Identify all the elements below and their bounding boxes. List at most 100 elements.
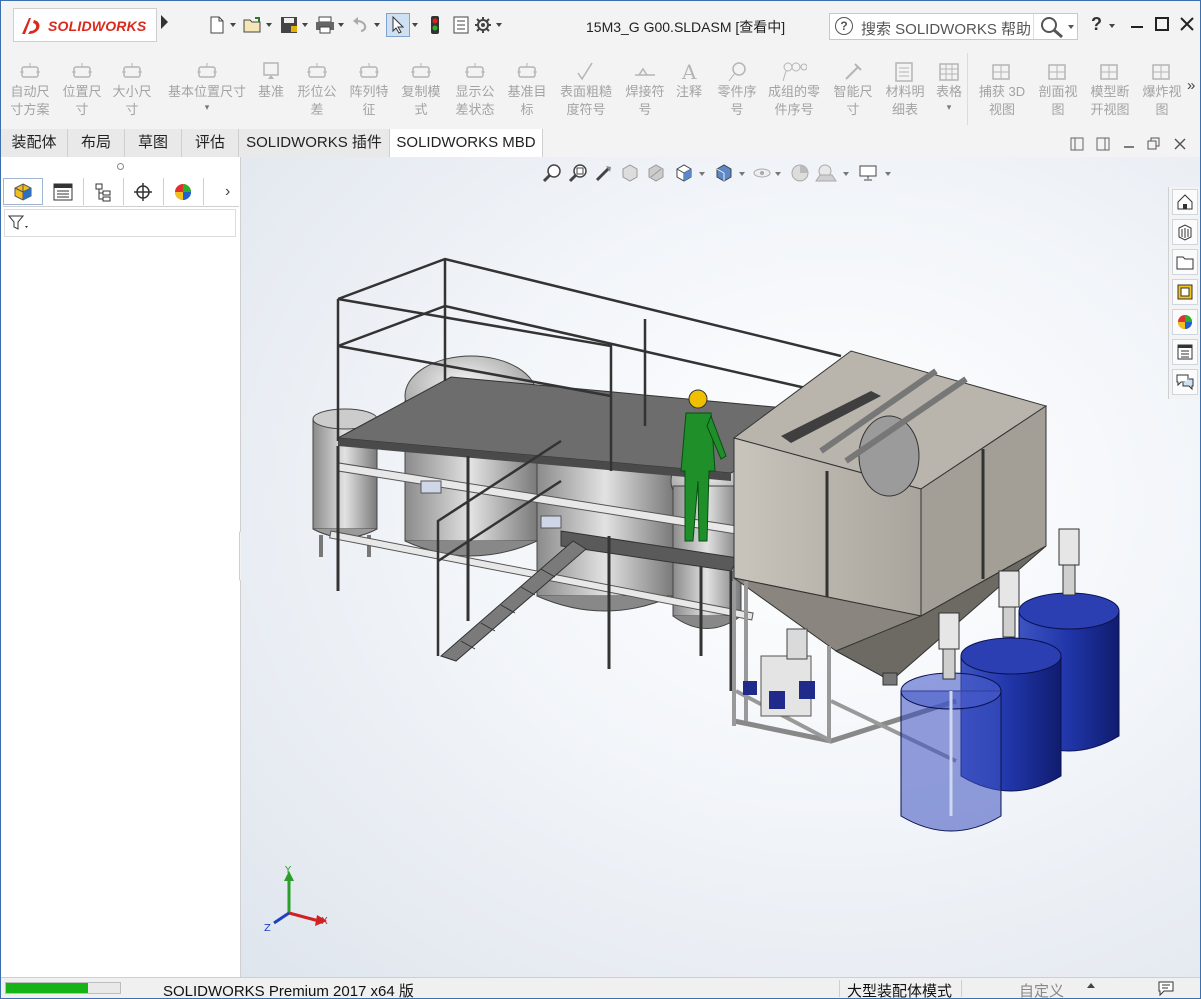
capture-3d-view-icon [971, 55, 1033, 83]
minimize-icon[interactable] [1127, 13, 1147, 35]
configurationmanager-icon[interactable] [83, 178, 124, 205]
panel-grip-icon[interactable] [117, 163, 124, 170]
solidworks-resources-icon[interactable] [1172, 189, 1198, 215]
doc-restore-icon[interactable] [1147, 137, 1161, 151]
cmd-table-button[interactable]: 表格 ▾ [929, 55, 969, 125]
file-explorer-icon[interactable] [1172, 249, 1198, 275]
open-file-icon[interactable] [242, 14, 264, 36]
stacked-balloon-icon [759, 55, 829, 83]
search-dropdown-icon[interactable] [1068, 25, 1074, 29]
view-palette-icon[interactable] [1172, 279, 1198, 305]
print-icon[interactable] [314, 14, 336, 36]
tab-evaluate[interactable]: 评估 [182, 129, 239, 157]
triad-z-label: Z [264, 923, 271, 934]
options-gear-icon[interactable] [472, 14, 494, 36]
copy-scheme-icon [393, 55, 449, 83]
feature-tree-filter[interactable] [4, 209, 236, 237]
cmd-section-view-button[interactable]: 剖面视 图 [1031, 55, 1085, 125]
bill-of-materials-icon [879, 55, 931, 83]
file-properties-icon[interactable] [450, 14, 472, 36]
cmd-stacked-balloon-button[interactable]: 成组的零 件序号 [759, 55, 829, 125]
cmd-label: 智能尺 寸 [833, 84, 873, 117]
cmd-label: 复制模 式 [401, 84, 441, 117]
help-dropdown-icon[interactable] [1109, 24, 1115, 28]
cmd-dropdown-icon[interactable]: ▾ [929, 101, 969, 113]
cmd-balloon-button[interactable]: 零件序 号 [709, 55, 765, 125]
cmd-geometric-tolerance-button[interactable]: 形位公 差 [289, 55, 345, 125]
table-icon [929, 55, 969, 83]
cmd-datum-button[interactable]: 基准 [253, 55, 289, 125]
unit-system-selector[interactable]: 自定义 [1019, 980, 1064, 998]
propertymanager-icon[interactable] [43, 178, 84, 205]
cmd-surface-finish-button[interactable]: 表面粗糙 度符号 [552, 55, 620, 125]
appearances-scenes-icon[interactable] [1172, 309, 1198, 335]
show-tolerance-status-icon [447, 55, 503, 83]
tab-solidworks-addins[interactable]: SOLIDWORKS 插件 [239, 129, 390, 157]
forum-icon[interactable] [1172, 369, 1198, 395]
graphics-area[interactable]: Y X Z [241, 157, 1200, 977]
cmd-more-icon[interactable]: » [1187, 77, 1195, 94]
cmd-pattern-feature-button[interactable]: 阵列特 征 [341, 55, 397, 125]
select-pointer-icon[interactable] [386, 13, 410, 37]
cmd-location-dimension-button[interactable]: 位置尺 寸 [55, 55, 109, 125]
tooltip-info-icon[interactable] [1157, 980, 1179, 997]
conical-hopper-tank[interactable] [732, 350, 1048, 686]
cmd-capture-3d-view-button[interactable]: 捕获 3D 视图 [971, 55, 1033, 125]
menu-expand-arrow-icon[interactable] [161, 15, 168, 29]
tile-right-icon[interactable] [1096, 137, 1110, 151]
assembly-model-view[interactable]: Y X Z [241, 157, 1200, 977]
tile-left-icon[interactable] [1070, 137, 1084, 151]
cmd-label: 表格 [935, 84, 962, 99]
cmd-label: 基准 [257, 84, 284, 99]
auto-dimension-icon [3, 55, 57, 83]
search-icon[interactable] [1040, 16, 1064, 38]
cmd-smart-dimension-button[interactable]: 智能尺 寸 [825, 55, 881, 125]
custom-properties-icon[interactable] [1172, 339, 1198, 365]
close-icon[interactable] [1177, 13, 1197, 35]
maximize-icon[interactable] [1152, 13, 1172, 35]
pattern-feature-icon [341, 55, 397, 83]
displaymanager-icon[interactable] [163, 178, 204, 205]
section-view-icon [1031, 55, 1085, 83]
size-dimension-icon [105, 55, 159, 83]
cmd-size-dimension-button[interactable]: 大小尺 寸 [105, 55, 159, 125]
cmd-dropdown-icon[interactable]: ▾ [161, 101, 253, 113]
cmd-copy-scheme-button[interactable]: 复制模 式 [393, 55, 449, 125]
tab-solidworks-mbd[interactable]: SOLIDWORKS MBD [390, 129, 543, 158]
large-assembly-mode-indicator: 大型装配体模式 [847, 983, 953, 999]
unit-system-dropdown-icon[interactable] [1087, 983, 1095, 988]
cmd-show-tolerance-status-button[interactable]: 显示公 差状态 [447, 55, 503, 125]
featuremanager-tree-icon[interactable] [3, 178, 43, 205]
design-library-icon[interactable] [1172, 219, 1198, 245]
tab-layout[interactable]: 布局 [68, 129, 125, 157]
cmd-weld-symbol-button[interactable]: 焊接符 号 [617, 55, 673, 125]
cmd-note-button[interactable]: A 注释 [667, 55, 711, 125]
cmd-basic-location-dimension-button[interactable]: 基本位置尺寸 ▾ [161, 55, 253, 125]
undo-icon[interactable] [350, 14, 372, 36]
cmd-label: 自动尺 寸方案 [10, 84, 50, 117]
search-input[interactable]: 搜索 SOLIDWORKS 帮助 [861, 18, 1031, 39]
cmd-model-break-view-button[interactable]: 模型断 开视图 [1083, 55, 1137, 125]
datum-target-icon [499, 55, 555, 83]
new-document-icon[interactable] [206, 14, 228, 36]
cmd-explode-view-button[interactable]: 爆炸视 图 [1137, 55, 1187, 125]
filter-icon[interactable] [8, 214, 30, 232]
cmd-bill-of-materials-button[interactable]: 材料明 细表 [879, 55, 931, 125]
save-icon[interactable] [278, 14, 300, 36]
tab-sketch[interactable]: 草图 [125, 129, 182, 157]
cmd-label: 表面粗糙 度符号 [559, 84, 612, 117]
cmd-auto-dimension-button[interactable]: 自动尺 寸方案 [3, 55, 57, 125]
help-search-box[interactable]: ? 搜索 SOLIDWORKS 帮助 [829, 13, 1078, 40]
dimxpertmanager-icon[interactable] [123, 178, 164, 205]
model-break-view-icon [1083, 55, 1137, 83]
cmd-datum-target-button[interactable]: 基准目 标 [499, 55, 555, 125]
rebuild-traffic-light-icon[interactable] [424, 14, 446, 36]
doc-close-icon[interactable] [1173, 137, 1187, 151]
panel-more-tabs-icon[interactable]: › [225, 183, 230, 201]
help-button[interactable]: ? [1091, 14, 1102, 35]
tab-assembly[interactable]: 装配体 [1, 129, 68, 157]
cmd-label: 成组的零 件序号 [767, 84, 820, 117]
solidworks-logo[interactable]: SOLIDWORKS [13, 8, 157, 42]
doc-minimize-icon[interactable] [1122, 137, 1136, 151]
command-manager-tabs: 装配体 布局 草图 评估 SOLIDWORKS 插件 SOLIDWORKS MB… [1, 129, 1200, 158]
